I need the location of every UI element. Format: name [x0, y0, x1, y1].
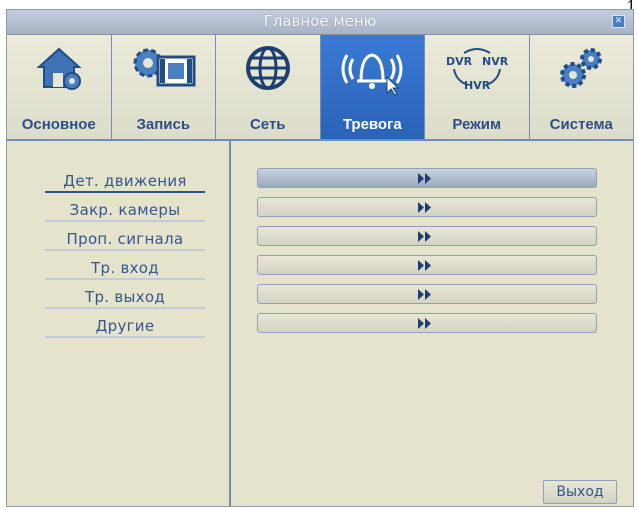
- close-icon[interactable]: ✕: [612, 15, 625, 28]
- tab-system[interactable]: Система: [530, 35, 634, 139]
- tab-basic[interactable]: Основное: [7, 35, 112, 139]
- main-tabs: Основное Запись Сеть Тревога DVR NVR HVR…: [7, 35, 633, 141]
- mode-nvr-text: NVR: [482, 55, 509, 68]
- tab-label: Режим: [452, 116, 502, 133]
- window-title: Главное меню: [263, 12, 377, 30]
- tab-alarm[interactable]: Тревога: [320, 35, 425, 139]
- title-bar: Главное меню ✕: [7, 10, 633, 35]
- gears-icon: [560, 48, 603, 88]
- sidebar-item-camera-tamper[interactable]: Закр. камеры: [45, 200, 205, 222]
- exit-button[interactable]: Выход: [543, 480, 617, 504]
- camera-tamper-expand-bar[interactable]: [257, 197, 597, 217]
- tab-label: Основное: [21, 116, 96, 133]
- main-menu-window: Главное меню ✕ Основное Запись Сеть Трев…: [6, 9, 634, 507]
- other-expand-bar[interactable]: [257, 313, 597, 333]
- tab-label: Тревога: [342, 116, 402, 133]
- double-arrow-right-icon: [418, 318, 431, 329]
- alarm-input-expand-bar[interactable]: [257, 255, 597, 275]
- alarm-output-expand-bar[interactable]: [257, 284, 597, 304]
- motion-detection-expand-bar[interactable]: [257, 168, 597, 188]
- sidebar-item-video-loss[interactable]: Проп. сигнала: [45, 229, 205, 251]
- double-arrow-right-icon: [418, 173, 431, 184]
- dvr-nvr-hvr-mode-icon: DVR NVR HVR: [446, 48, 509, 92]
- tab-label: Система: [549, 116, 613, 133]
- sidebar-item-other[interactable]: Другие: [45, 316, 205, 338]
- tab-record[interactable]: Запись: [112, 35, 216, 139]
- alarm-bell-icon: [341, 53, 403, 95]
- double-arrow-right-icon: [418, 202, 431, 213]
- tab-label: Сеть: [249, 116, 286, 133]
- sidebar-item-alarm-output[interactable]: Тр. выход: [45, 287, 205, 309]
- home-gear-icon: [36, 47, 82, 90]
- tab-network[interactable]: Сеть: [216, 35, 321, 139]
- mode-hvr-text: HVR: [464, 79, 491, 92]
- globe-icon: [245, 46, 290, 90]
- record-gear-film-icon: [133, 48, 196, 87]
- double-arrow-right-icon: [418, 231, 431, 242]
- tab-label: Запись: [136, 116, 191, 133]
- video-loss-expand-bar[interactable]: [257, 226, 597, 246]
- mode-dvr-text: DVR: [446, 55, 473, 68]
- tab-mode[interactable]: DVR NVR HVR Режим: [425, 35, 530, 139]
- sidebar-item-motion-detection[interactable]: Дет. движения: [45, 171, 205, 193]
- alarm-sidebar: Дет. движения Закр. камеры Проп. сигнала…: [7, 141, 231, 506]
- double-arrow-right-icon: [418, 289, 431, 300]
- sidebar-item-alarm-input[interactable]: Тр. вход: [45, 258, 205, 280]
- double-arrow-right-icon: [418, 260, 431, 271]
